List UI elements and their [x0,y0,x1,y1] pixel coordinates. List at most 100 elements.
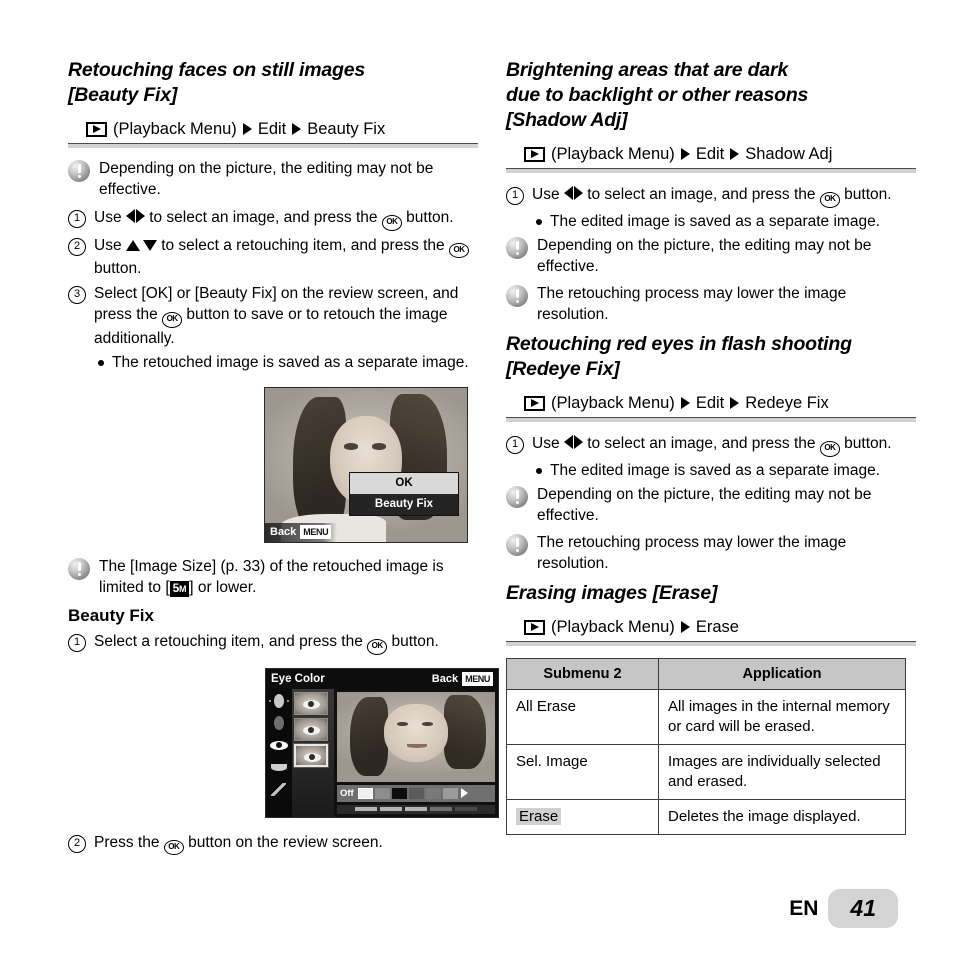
editor-back-group: Back MENU [431,671,493,686]
page-footer: EN 41 [789,889,898,928]
playback-menu-label: (Playback Menu) [551,618,675,636]
color-swatch-row: Off [337,784,495,802]
clear-skin-icon[interactable] [268,692,290,710]
swatch-next-arrow-icon[interactable] [460,788,468,798]
step-number: 1 [68,634,86,652]
editor-title: Eye Color [271,672,325,685]
color-swatch[interactable] [374,787,390,799]
left-column: Retouching faces on still images [Beauty… [68,58,499,859]
right-column: Brightening areas that are dark due to b… [506,58,916,835]
section-title-redeye-fix: Retouching red eyes in flash shooting [R… [506,333,852,380]
playback-menu-icon [86,121,107,137]
bullet-item: The retouched image is saved as a separa… [98,353,478,374]
path-step-redeye-fix: Redeye Fix [745,394,829,412]
manual-page: Retouching faces on still images [Beauty… [0,0,954,954]
note: The retouching process may lower the ima… [506,284,916,325]
step-1: 1 Use to select an image, and press the … [506,184,916,208]
ok-button-icon: OK [819,441,840,457]
bullet-item: The edited image is saved as a separate … [536,461,916,482]
swatch-off-label: Off [340,787,354,799]
variation-thumbnail[interactable] [294,691,328,715]
lips-icon[interactable] [268,758,290,776]
table-row: Erase Deletes the image displayed. [506,799,906,835]
note: Depending on the picture, the editing ma… [506,485,916,526]
bullet-dot-icon [536,218,542,225]
ok-button-icon: OK [367,639,388,655]
path-step-beauty-fix: Beauty Fix [307,120,386,138]
menu-path-beauty-fix: (Playback Menu) Edit Beauty Fix [68,118,478,148]
warning-icon [506,285,528,307]
warning-icon [506,534,528,556]
dark-circles-icon[interactable] [268,714,290,732]
column-header-application: Application [658,658,906,690]
table-header-row: Submenu 2 Application [506,658,906,690]
color-swatch-selected[interactable] [357,787,373,799]
editor-preview-panel: Off [334,689,498,817]
back-label: Back [270,526,297,538]
cell-application: Images are individually selected and era… [658,744,906,800]
eye-color-icon[interactable] [268,736,290,754]
color-swatch[interactable] [408,787,424,799]
right-arrow-icon [135,209,145,223]
column-header-submenu: Submenu 2 [506,658,659,690]
review-option-beauty-fix[interactable]: Beauty Fix [350,494,458,515]
left-arrow-icon [563,186,573,200]
erase-submenu-table: Submenu 2 Application All Erase All imag… [506,658,906,835]
right-arrow-icon [573,186,583,200]
menu-button-badge: MENU [300,525,332,539]
camera-beauty-fix-screen: Eye Color Back MENU Off [265,667,499,818]
left-arrow-icon [563,435,573,449]
step-number: 1 [506,436,524,454]
review-option-box: OK Beauty Fix [349,472,459,516]
intensity-strip [337,804,495,814]
step-number: 2 [68,834,86,853]
color-swatch[interactable] [391,787,407,799]
step-number: 1 [506,187,524,205]
divider [506,642,916,646]
divider [506,169,916,173]
step-3: 3 Select [OK] or [Beauty Fix] on the rev… [68,283,478,349]
variation-thumbnail-selected[interactable] [294,743,328,767]
path-arrow-icon [730,397,740,409]
path-step-edit: Edit [257,120,287,138]
back-label: Back [431,672,459,685]
path-arrow-icon [730,148,740,160]
ok-button-icon: OK [162,312,183,328]
left-arrow-icon [125,209,135,223]
cell-submenu-highlighted: Erase [506,799,659,835]
note: Depending on the picture, the editing ma… [68,159,478,200]
cell-submenu: Sel. Image [506,744,659,800]
path-step-shadow-adj: Shadow Adj [745,145,833,163]
menu-path-erase: (Playback Menu) Erase [506,616,916,646]
color-swatch[interactable] [425,787,441,799]
step-1: 1 Use to select an image, and press the … [68,207,478,231]
step-1: 1 Use to select an image, and press the … [506,433,916,457]
warning-icon [506,237,528,259]
bullet-dot-icon [536,467,542,474]
path-arrow-icon [292,123,302,135]
editor-body: Off [266,688,498,817]
page-number: 41 [828,889,898,928]
ok-button-icon: OK [381,215,402,231]
menu-path-shadow-adj: (Playback Menu) Edit Shadow Adj [506,143,916,173]
section-title-beauty-fix: Retouching faces on still images [Beauty… [68,59,366,106]
image-size-badge: 5M [169,580,190,597]
two-column-layout: Retouching faces on still images [Beauty… [68,58,916,859]
bullet-dot-icon [98,359,104,366]
step-2: 2 Use to select a retouching item, and p… [68,235,478,280]
table-row: All Erase All images in the internal mem… [506,689,906,745]
review-option-ok[interactable]: OK [350,473,458,494]
camera-review-screen: OK Beauty Fix Back MENU [264,387,468,543]
back-bar: Back MENU [265,523,338,542]
language-code: EN [789,896,819,920]
divider [68,144,478,148]
variation-thumbnail[interactable] [294,717,328,741]
ok-button-icon: OK [448,242,469,258]
path-arrow-icon [680,397,690,409]
menu-button-badge: MENU [462,671,493,686]
preview-image [337,691,495,782]
color-swatch[interactable] [442,787,458,799]
menu-path-redeye-fix: (Playback Menu) Edit Redeye Fix [506,392,916,422]
sparkle-wand-icon[interactable] [268,780,290,798]
divider [506,418,916,422]
